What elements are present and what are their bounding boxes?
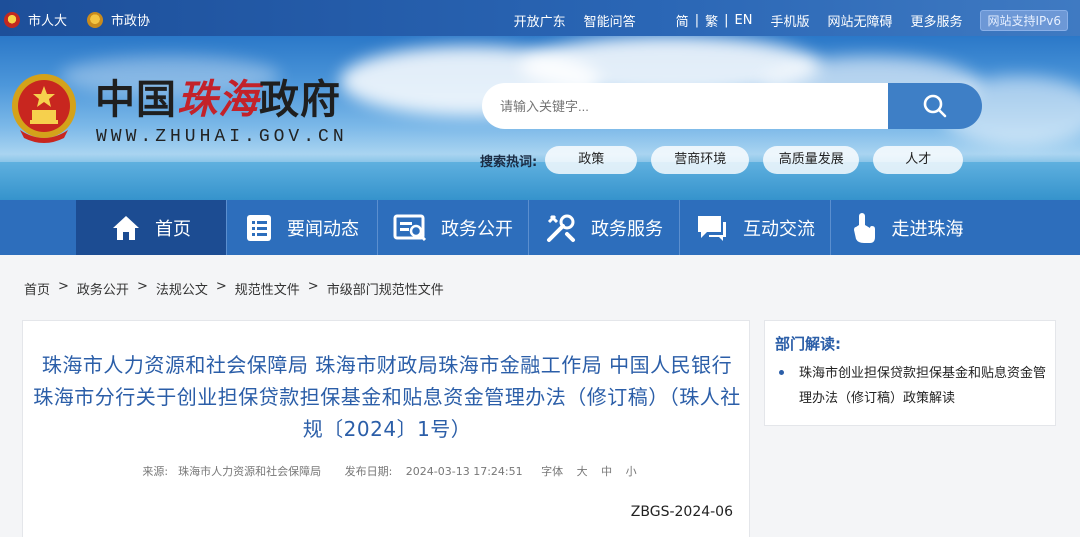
breadcrumb-separator: > <box>215 279 227 294</box>
lang-english[interactable]: EN <box>734 13 752 28</box>
chat-icon <box>698 215 726 241</box>
breadcrumb-separator: > <box>58 279 69 294</box>
nav-discover-zhuhai[interactable]: 走进珠海 <box>831 200 982 255</box>
interpretation-link[interactable]: 珠海市创业担保贷款担保基金和贴息资金管理办法（修订稿）政策解读 <box>799 361 1047 411</box>
search-button[interactable] <box>888 83 982 129</box>
link-open-guangdong[interactable]: 开放广东 <box>514 11 566 30</box>
font-size-label: 字体 <box>541 465 564 478</box>
main-nav: 首页 要闻动态 政务公开 政务服务 互动交流 走进珠海 <box>0 200 1080 255</box>
breadcrumb-separator: > <box>307 279 319 294</box>
nav-home[interactable]: 首页 <box>76 200 227 255</box>
hot-tag-business-env[interactable]: 营商环境 <box>651 146 750 174</box>
nav-news[interactable]: 要闻动态 <box>227 200 378 255</box>
search-icon <box>923 94 947 118</box>
site-title-part: 中国 <box>95 76 177 123</box>
article-meta: 来源: 珠海市人力资源和社会保障局 发布日期: 2024-03-13 17:24:… <box>23 463 751 479</box>
nav-label: 首页 <box>155 218 191 240</box>
nav-label: 互动交流 <box>743 218 815 240</box>
emblem-icon <box>87 11 104 28</box>
department-interpretation-panel: 部门解读: 珠海市创业担保贷款担保基金和贴息资金管理办法（修订稿）政策解读 <box>764 320 1056 426</box>
nav-label: 走进珠海 <box>891 218 964 240</box>
site-title[interactable]: 中国珠海政府 <box>95 76 341 124</box>
top-utility-bar: 市人大 市政协 开放广东 智能问答 简 | 繁 | EN 手机版 网站无障碍 更… <box>0 0 1080 36</box>
divider: | <box>694 13 700 28</box>
font-size-small[interactable]: 小 <box>626 465 637 478</box>
divider: | <box>724 13 729 28</box>
nav-label: 要闻动态 <box>287 218 359 240</box>
bullet-icon <box>779 370 784 375</box>
article-card: 珠海市人力资源和社会保障局 珠海市财政局珠海市金融工作局 中国人民银行珠海市分行… <box>22 320 750 537</box>
hot-tag-high-quality[interactable]: 高质量发展 <box>763 146 860 174</box>
site-domain: WWW.ZHUHAI.GOV.CN <box>96 127 348 147</box>
link-smart-qa[interactable]: 智能问答 <box>584 11 636 30</box>
hot-search-label: 搜索热词: <box>480 154 538 170</box>
link-label: 市政协 <box>111 14 151 29</box>
link-cppcc[interactable]: 市政协 <box>87 10 150 29</box>
breadcrumb-item[interactable]: 规范性文件 <box>235 279 300 298</box>
national-emblem-logo <box>12 74 76 143</box>
site-title-part: 政府 <box>259 76 341 123</box>
font-size-medium[interactable]: 中 <box>601 465 612 478</box>
lang-simplified[interactable]: 简 <box>676 11 689 30</box>
news-list-icon <box>247 214 271 241</box>
link-more-services[interactable]: 更多服务 <box>910 11 962 30</box>
service-tools-icon <box>547 214 575 242</box>
breadcrumb-separator: > <box>136 279 148 294</box>
breadcrumb-item[interactable]: 政务公开 <box>77 279 129 298</box>
lang-traditional[interactable]: 繁 <box>705 11 718 30</box>
article-title: 珠海市人力资源和社会保障局 珠海市财政局珠海市金融工作局 中国人民银行珠海市分行… <box>33 353 741 441</box>
breadcrumb: 首页 > 政务公开 > 法规公文 > 规范性文件 > 市级部门规范性文件 <box>24 279 444 298</box>
site-title-city: 珠海 <box>177 76 259 123</box>
hot-tag-talent[interactable]: 人才 <box>873 146 964 174</box>
search-box <box>482 83 982 129</box>
nav-interaction[interactable]: 互动交流 <box>680 200 831 255</box>
nav-label: 政务公开 <box>441 218 513 240</box>
home-icon <box>113 215 139 240</box>
nav-label: 政务服务 <box>591 218 663 240</box>
breadcrumb-item-current[interactable]: 市级部门规范性文件 <box>327 279 444 298</box>
article-source: 珠海市人力资源和社会保障局 <box>178 465 322 478</box>
ipv6-badge: 网站支持IPv6 <box>980 10 1068 31</box>
link-accessibility[interactable]: 网站无障碍 <box>827 11 892 30</box>
article-date: 2024-03-13 17:24:51 <box>405 465 523 478</box>
pointer-hand-icon <box>853 212 875 243</box>
document-number: ZBGS-2024-06 <box>630 504 733 520</box>
hot-search-terms: 搜索热词: 政策 营商环境 高质量发展 人才 <box>480 146 977 174</box>
date-label: 发布日期: <box>344 465 393 478</box>
emblem-icon <box>4 11 20 28</box>
link-mobile[interactable]: 手机版 <box>770 11 809 30</box>
link-municipal-congress[interactable]: 市人大 <box>4 10 67 29</box>
nav-disclosure[interactable]: 政务公开 <box>378 200 529 255</box>
link-label: 市人大 <box>28 14 68 29</box>
panel-heading: 部门解读: <box>775 335 841 353</box>
breadcrumb-item[interactable]: 法规公文 <box>156 279 208 298</box>
breadcrumb-item[interactable]: 首页 <box>24 279 50 298</box>
nav-services[interactable]: 政务服务 <box>529 200 680 255</box>
font-size-large[interactable]: 大 <box>577 465 588 478</box>
disclosure-icon <box>393 214 427 241</box>
search-input[interactable] <box>482 83 892 129</box>
hot-tag-policy[interactable]: 政策 <box>545 146 638 174</box>
source-label: 来源: <box>142 465 169 478</box>
